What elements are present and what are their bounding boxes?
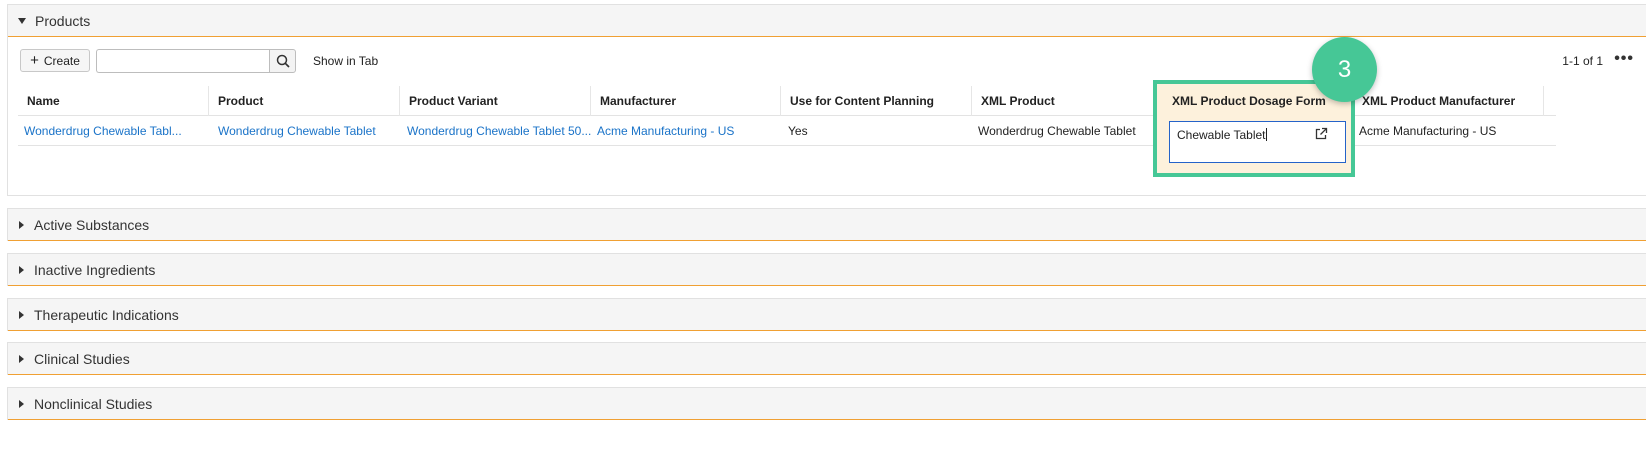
show-in-tab-link[interactable]: Show in Tab	[313, 54, 378, 68]
section-title: Active Substances	[34, 216, 150, 233]
column-header-xml-product[interactable]: XML Product	[972, 86, 1163, 116]
caret-right-icon	[19, 310, 24, 319]
external-link-icon[interactable]	[1314, 127, 1328, 144]
text-cursor	[1265, 128, 1267, 141]
cell-use-for-content-planning: Yes	[788, 124, 808, 138]
caret-down-icon	[18, 17, 26, 24]
column-header-product[interactable]: Product	[209, 86, 400, 116]
plus-icon: +	[30, 52, 39, 69]
caret-right-icon	[19, 399, 24, 408]
column-header-xml-product-manufacturer[interactable]: XML Product Manufacturer	[1353, 86, 1544, 116]
section-title: Clinical Studies	[34, 350, 130, 367]
nonclinical-studies-header[interactable]: Nonclinical Studies	[8, 388, 1646, 420]
products-section-header[interactable]: Products	[8, 5, 1646, 37]
active-substances-section: Active Substances	[7, 208, 1646, 241]
column-header-name[interactable]: Name	[18, 86, 209, 116]
nonclinical-studies-section: Nonclinical Studies	[7, 387, 1646, 420]
therapeutic-indications-section: Therapeutic Indications	[7, 298, 1646, 331]
caret-right-icon	[19, 220, 24, 229]
therapeutic-indications-header[interactable]: Therapeutic Indications	[8, 299, 1646, 331]
column-header-product-variant[interactable]: Product Variant	[400, 86, 591, 116]
search-button[interactable]	[269, 49, 296, 73]
section-title: Products	[35, 12, 91, 29]
cell-manufacturer-link[interactable]: Acme Manufacturing - US	[591, 116, 781, 146]
products-toolbar: + Create Show in Tab 1-1 of 1 •••	[20, 49, 1646, 73]
search-input[interactable]	[96, 49, 269, 73]
cell-xml-product-manufacturer: Acme Manufacturing - US	[1359, 124, 1497, 138]
cell-product-variant-link[interactable]: Wonderdrug Chewable Tablet 50...	[400, 116, 591, 146]
pager-text: 1-1 of 1	[1562, 54, 1603, 68]
caret-right-icon	[19, 265, 24, 274]
create-label: Create	[43, 53, 80, 68]
cell-product-link[interactable]: Wonderdrug Chewable Tablet	[209, 116, 400, 146]
section-title: Inactive Ingredients	[34, 261, 156, 278]
cell-name-link[interactable]: Wonderdrug Chewable Tabl...	[18, 116, 209, 146]
edit-field-value: Chewable Tablet	[1177, 128, 1266, 142]
active-substances-header[interactable]: Active Substances	[8, 209, 1646, 241]
clinical-studies-header[interactable]: Clinical Studies	[8, 343, 1646, 375]
more-actions-icon[interactable]: •••	[1614, 51, 1634, 67]
cell-xml-product: Wonderdrug Chewable Tablet	[978, 124, 1136, 138]
inactive-ingredients-header[interactable]: Inactive Ingredients	[8, 254, 1646, 286]
create-button[interactable]: + Create	[20, 49, 90, 72]
step-number-badge: 3	[1312, 37, 1377, 102]
section-title: Therapeutic Indications	[34, 306, 179, 323]
xml-dosage-form-edit-field[interactable]: Chewable Tablet	[1169, 121, 1346, 163]
section-title: Nonclinical Studies	[34, 395, 153, 412]
caret-right-icon	[19, 354, 24, 363]
inactive-ingredients-section: Inactive Ingredients	[7, 253, 1646, 286]
clinical-studies-section: Clinical Studies	[7, 342, 1646, 375]
search-icon	[276, 54, 290, 68]
column-header-manufacturer[interactable]: Manufacturer	[591, 86, 781, 116]
column-header-use-for-content-planning[interactable]: Use for Content Planning	[781, 86, 972, 116]
